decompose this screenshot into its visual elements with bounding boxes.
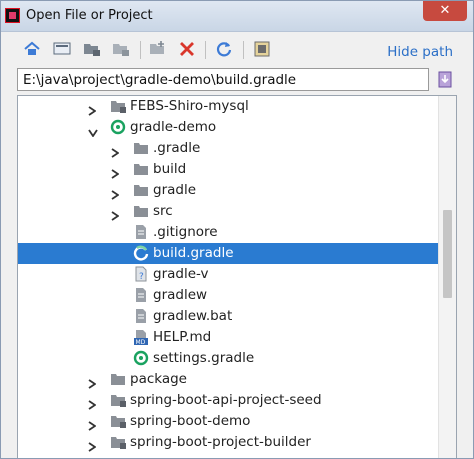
chevron-right-icon[interactable]	[111, 206, 120, 221]
tree-row-label: gradlew.bat	[153, 308, 233, 324]
folder-icon	[110, 371, 126, 387]
tree-row[interactable]: .gradle	[18, 138, 440, 159]
toolbar: Hide path	[1, 31, 473, 67]
hide-path-link[interactable]: Hide path	[387, 44, 453, 60]
markdown-file-icon: MD	[133, 329, 149, 346]
toolbar-separator	[205, 41, 206, 59]
project-dir-icon	[84, 44, 100, 56]
tree-row-selected[interactable]: build.gradle	[18, 243, 440, 264]
svg-text:MD: MD	[136, 339, 146, 345]
desktop-button[interactable]	[53, 40, 71, 58]
chevron-right-icon[interactable]	[111, 143, 120, 158]
tree-row-label: FEBS-Shiro-mysql	[130, 98, 249, 114]
tree-row[interactable]: ? gradle-v	[18, 264, 440, 285]
tree-row[interactable]: gradle-demo	[18, 117, 440, 138]
gradle-file-icon	[133, 245, 149, 261]
tree-row-label: HELP.md	[153, 329, 212, 345]
show-hidden-button[interactable]	[253, 40, 271, 58]
tree-row-label: build.gradle	[153, 245, 234, 261]
delete-icon	[180, 42, 194, 56]
refresh-button[interactable]	[215, 40, 233, 58]
dialog-title: Open File or Project	[26, 8, 153, 23]
chevron-right-icon[interactable]	[88, 395, 97, 410]
tree-row[interactable]: gradlew.bat	[18, 306, 440, 327]
tree-row-label: .gitignore	[153, 224, 218, 240]
show-hidden-icon	[254, 41, 270, 57]
chevron-right-icon[interactable]	[88, 437, 97, 452]
folder-module-icon	[110, 434, 126, 450]
tree-row[interactable]: gradlew	[18, 285, 440, 306]
unknown-file-icon: ?	[133, 266, 149, 282]
tree-row-label: gradle	[153, 182, 197, 198]
file-icon	[133, 224, 149, 240]
path-input[interactable]: E:\java\project\gradle-demo\build.gradle	[17, 68, 429, 91]
tree-row-label: gradlew	[153, 287, 208, 303]
chevron-right-icon[interactable]	[88, 416, 97, 431]
tree-row[interactable]: .gitignore	[18, 222, 440, 243]
svg-text:?: ?	[139, 272, 144, 282]
project-dir-button[interactable]	[83, 40, 101, 58]
open-file-dialog: Open File or Project ✕ Hide path E:\java…	[0, 0, 474, 459]
folder-module-icon	[110, 98, 126, 114]
module-dir-icon	[113, 44, 129, 56]
tree-row[interactable]: spring-boot-project-builder	[18, 432, 440, 453]
tree-row-label: build	[153, 161, 187, 177]
tree-row[interactable]: spring-boot-demo	[18, 411, 440, 432]
chevron-right-icon[interactable]	[88, 101, 97, 116]
folder-icon	[133, 161, 149, 177]
chevron-down-icon[interactable]	[88, 122, 98, 138]
desktop-icon	[53, 42, 71, 55]
refresh-icon	[216, 42, 232, 57]
vertical-scrollbar[interactable]	[438, 96, 456, 458]
toolbar-separator	[140, 41, 141, 59]
gradle-settings-icon	[133, 350, 149, 366]
chevron-right-icon[interactable]	[88, 374, 97, 389]
title-bar[interactable]: Open File or Project ✕	[1, 1, 473, 32]
tree-row-label: spring-boot-project-builder	[130, 434, 311, 450]
folder-icon	[133, 203, 149, 219]
home-button[interactable]	[23, 40, 41, 58]
folder-icon	[133, 140, 149, 156]
tree-row[interactable]: gradle	[18, 180, 440, 201]
intellij-app-icon	[5, 8, 20, 23]
new-folder-button[interactable]	[149, 40, 167, 58]
tree-row-label: spring-boot-demo	[130, 413, 251, 429]
tree-row[interactable]: src	[18, 201, 440, 222]
tree-row[interactable]: package	[18, 369, 440, 390]
chevron-right-icon[interactable]	[111, 164, 120, 179]
download-history-icon	[438, 71, 452, 88]
file-tree[interactable]: spring-boot-project-builder spring-boot-d…	[17, 95, 457, 458]
home-icon	[24, 41, 40, 55]
close-button[interactable]: ✕	[423, 1, 467, 21]
tree-row-label: gradle-v	[153, 266, 209, 282]
folder-icon	[133, 182, 149, 198]
delete-button[interactable]	[178, 40, 196, 58]
chevron-right-icon[interactable]	[111, 185, 120, 200]
tree-row[interactable]: MD HELP.md	[18, 327, 440, 348]
tree-row-label: gradle-demo	[130, 119, 217, 135]
tree-row-label: spring-boot-api-project-seed	[130, 392, 322, 408]
toolbar-separator	[243, 41, 244, 59]
path-value: E:\java\project\gradle-demo\build.gradle	[23, 72, 297, 88]
gradle-project-icon	[110, 119, 126, 135]
new-folder-icon	[150, 41, 164, 54]
file-icon	[133, 287, 149, 303]
tree-row[interactable]: FEBS-Shiro-mysql	[18, 96, 440, 117]
tree-row-label: .gradle	[153, 140, 201, 156]
module-dir-button[interactable]	[112, 40, 130, 58]
tree-row-label: package	[130, 371, 187, 387]
tree-row[interactable]: spring-boot-api-project-seed	[18, 390, 440, 411]
tree-row[interactable]: build	[18, 159, 440, 180]
tree-row[interactable]: settings.gradle	[18, 348, 440, 369]
tree-row-label: src	[153, 203, 173, 219]
path-history-button[interactable]	[437, 70, 453, 90]
tree-row-label: settings.gradle	[153, 350, 255, 366]
file-icon	[133, 308, 149, 324]
scrollbar-thumb[interactable]	[443, 210, 452, 298]
folder-module-icon	[110, 392, 126, 408]
folder-module-icon	[110, 413, 126, 429]
